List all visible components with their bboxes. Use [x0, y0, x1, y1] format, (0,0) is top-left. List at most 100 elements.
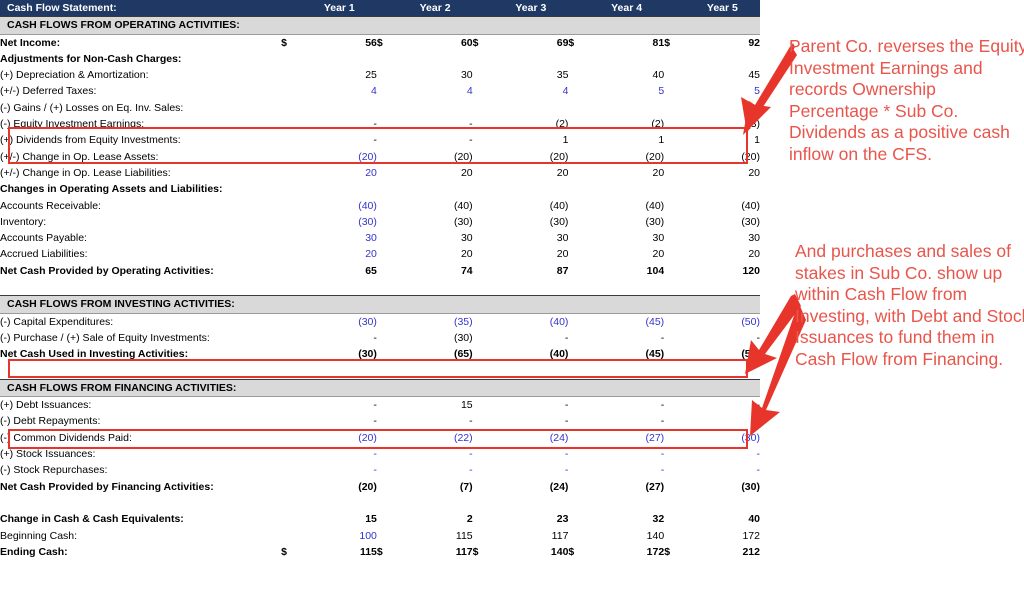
value-year-2: (30): [453, 331, 473, 344]
row-adjustments-header: Adjustments for Non-Cash Charges:: [0, 51, 760, 67]
section-band-investing: CASH FLOWS FROM INVESTING ACTIVITIES:: [0, 295, 760, 314]
currency-symbol-col-2: [377, 198, 398, 214]
value-year-1: 20: [365, 248, 377, 261]
currency-symbol-col-4: [568, 83, 589, 99]
currency-symbol-col-2: [377, 165, 398, 181]
value-year-5: -: [756, 464, 761, 477]
row-common-dividends-paid: (-) Common Dividends Paid: (20) (22) (24) (2…: [0, 430, 760, 446]
currency-symbol-col-1: [281, 430, 302, 446]
row-accounts-payable: Accounts Payable: 30 30 30 30 30: [0, 230, 760, 246]
value-year-1: -: [373, 134, 377, 147]
currency-symbol-col-1: [281, 67, 302, 83]
row-label: (-) Capital Expenditures:: [0, 315, 114, 328]
currency-symbol-col-4: [568, 462, 589, 478]
value-year-2: [397, 100, 472, 116]
row-label: (+) Stock Issuances:: [0, 448, 96, 461]
row-stock-repurchases: (-) Stock Repurchases: - - - - -: [0, 462, 760, 478]
value-year-4: 81: [652, 36, 665, 49]
currency-symbol-col-2: [377, 51, 398, 67]
value-year-1: 65: [365, 264, 377, 277]
currency-symbol-col-1: [281, 346, 302, 362]
value-year-1: -: [373, 448, 377, 461]
value-year-3: 69: [556, 36, 569, 49]
value-year-2: [397, 51, 472, 67]
currency-symbol-col-5: [664, 132, 685, 148]
currency-symbol-col-5: [664, 198, 685, 214]
value-year-4: (2): [651, 118, 665, 131]
value-year-4: 140: [646, 529, 665, 542]
currency-symbol-col-2: [377, 263, 398, 279]
currency-symbol-col-1: $: [281, 36, 287, 49]
currency-symbol-col-3: [473, 246, 494, 262]
header-spacer-2: [376, 0, 398, 17]
section-band-label: CASH FLOWS FROM FINANCING ACTIVITIES:: [0, 378, 760, 398]
value-year-1: (20): [358, 150, 377, 163]
value-year-1: 20: [365, 166, 377, 179]
value-year-1: -: [373, 118, 377, 131]
currency-symbol-col-1: [281, 313, 302, 330]
currency-symbol-col-4: [568, 51, 589, 67]
value-year-1: -: [373, 399, 377, 412]
value-year-2: 74: [460, 264, 473, 277]
value-year-4: (40): [645, 199, 665, 212]
row-change-op-lease-liabilities: (+/-) Change in Op. Lease Liabilities: 20…: [0, 165, 760, 181]
currency-symbol-col-3: [473, 132, 494, 148]
currency-symbol-col-2: [377, 149, 398, 165]
value-year-5: 92: [748, 36, 760, 49]
currency-symbol-col-5: [664, 346, 685, 362]
spacer-row: [0, 495, 760, 511]
currency-symbol-col-4: $: [568, 36, 575, 49]
row-label: (-) Purchase / (+) Sale of Equity Invest…: [0, 331, 210, 344]
value-year-4: 40: [652, 69, 665, 82]
currency-symbol-col-1: [281, 198, 302, 214]
currency-symbol-col-3: [473, 116, 494, 132]
value-year-4: -: [660, 331, 665, 344]
currency-symbol-col-1: [281, 462, 302, 478]
currency-symbol-col-1: [281, 230, 302, 246]
value-year-3: 35: [556, 69, 569, 82]
row-net-cash-investing: Net Cash Used in Investing Activities: (3…: [0, 346, 760, 362]
value-year-2: (22): [453, 431, 473, 444]
currency-symbol-col-2: [377, 83, 398, 99]
value-year-2: 30: [460, 69, 473, 82]
value-year-1: [302, 181, 377, 197]
currency-symbol-col-4: $: [568, 545, 575, 558]
currency-symbol-col-3: [473, 165, 494, 181]
currency-symbol-col-3: [473, 83, 494, 99]
row-label: (+) Depreciation & Amortization:: [0, 69, 149, 82]
currency-symbol-col-5: [664, 214, 685, 230]
currency-symbol-col-1: [281, 165, 302, 181]
value-year-2: (35): [453, 315, 473, 328]
row-net-cash-financing: Net Cash Provided by Financing Activitie…: [0, 479, 760, 495]
currency-symbol-col-1: [281, 116, 302, 132]
currency-symbol-col-4: [568, 149, 589, 165]
value-year-2: 20: [460, 248, 473, 261]
value-year-5: [685, 51, 760, 67]
currency-symbol-col-4: [568, 313, 589, 330]
currency-symbol-col-1: [281, 100, 302, 116]
value-year-5: 5: [754, 85, 760, 98]
value-year-4: 20: [652, 248, 665, 261]
value-year-4: [589, 51, 664, 67]
value-year-1: [302, 100, 377, 116]
value-year-2: -: [469, 448, 473, 461]
annotation-text-equity-earnings: Parent Co. reverses the Equity Investmen…: [789, 36, 1024, 164]
row-label: Accounts Payable:: [0, 232, 87, 245]
row-label: (-) Debt Repayments:: [0, 415, 101, 428]
row-stock-issuances: (+) Stock Issuances: - - - - -: [0, 446, 760, 462]
row-label: (+) Dividends from Equity Investments:: [0, 134, 181, 147]
row-label: Net Cash Provided by Financing Activitie…: [0, 480, 214, 493]
value-year-5: [685, 100, 760, 116]
cash-flow-table: Cash Flow Statement: Year 1 Year 2 Year 3 Ye…: [0, 0, 760, 560]
value-year-4: 20: [652, 166, 665, 179]
value-year-5: -: [756, 399, 761, 412]
value-year-3: (40): [549, 348, 569, 361]
value-year-2: 20: [460, 166, 473, 179]
currency-symbol-col-2: [377, 132, 398, 148]
currency-symbol-col-3: [473, 313, 494, 330]
value-year-5: (50): [741, 315, 760, 328]
currency-symbol-col-4: [568, 116, 589, 132]
currency-symbol-col-3: [473, 181, 494, 197]
row-purchase-sale-equity-investments: (-) Purchase / (+) Sale of Equity Invest…: [0, 330, 760, 346]
value-year-3: 117: [551, 529, 569, 542]
